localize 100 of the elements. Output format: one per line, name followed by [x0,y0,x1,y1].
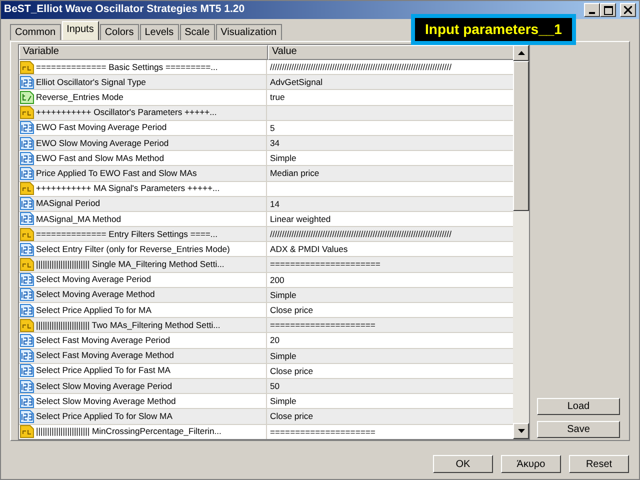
number-type-icon [20,197,34,210]
table-row[interactable]: ============== Entry Filters Settings ====... //////////////////////////////////////////////////////////////////////////// [19,227,513,242]
variable-name: EWO Fast and Slow MAs Method [36,152,164,165]
column-header[interactable]: Variable [19,45,268,60]
text-type-icon [20,182,34,196]
table-row[interactable]: |||||||||||||||||||||||| Single MA_Filtering Method Setti... ====================== [19,257,513,273]
variable-name: |||||||||||||||||||||||| MinCrossingPercentage_Filterin... [36,425,222,438]
tab[interactable]: Visualization [216,24,282,40]
variable-name: Select Fast Moving Average Method [36,349,174,362]
maximize-button[interactable] [600,3,616,17]
tab[interactable]: Levels [140,24,179,40]
table-row[interactable]: Select Price Applied To for Slow MA Close price [19,409,513,424]
variable-name: Select Moving Average Period [36,273,151,286]
value-cell[interactable]: Simple [270,396,296,406]
value-cell[interactable]: Simple [270,153,296,164]
load-button[interactable]: Load [537,398,620,415]
value-cell[interactable]: 5 [270,122,275,133]
variable-name: Select Price Applied To for MA [36,304,152,317]
value-cell[interactable]: Close price [270,366,313,376]
table-row[interactable]: Select Moving Average Method Simple [19,288,513,303]
value-cell[interactable]: 50 [270,380,280,391]
value-cell[interactable]: ===================== [270,320,376,330]
value-cell[interactable]: AdvGetSignal [270,77,323,88]
reset-button[interactable]: Reset [569,455,629,473]
variable-name: Select Slow Moving Average Period [36,380,172,392]
variable-name: |||||||||||||||||||||||| Single MA_Filtering Method Setti... [36,258,224,271]
number-type-icon [20,242,34,256]
value-cell[interactable]: Close price [270,305,313,315]
number-type-icon [20,304,34,317]
scrollbar-thumb[interactable] [513,61,529,211]
table-row[interactable]: Select Slow Moving Average Period 50 [19,378,513,394]
tab[interactable]: Common [10,24,61,40]
number-type-icon [20,76,34,89]
text-type-icon [20,60,34,74]
variable-name: Select Slow Moving Average Method [36,394,176,408]
maximize-icon [604,6,612,14]
scrollbar[interactable] [513,45,529,439]
number-type-icon [20,212,34,226]
number-type-icon [20,334,34,347]
minimize-button[interactable] [584,3,600,17]
table-row[interactable]: |||||||||||||||||||||||| MinCrossingPercentage_Filterin... ===================== [19,424,513,439]
value-cell[interactable]: true [270,92,285,102]
value-cell[interactable]: //////////////////////////////////////////////////////////////////////////// [270,229,452,240]
table-row[interactable]: Price Applied To EWO Fast and Slow MAs Median price [19,166,513,182]
tab[interactable]: Colors [100,24,139,40]
value-cell[interactable]: Simple [270,290,296,300]
text-type-icon [20,425,34,438]
variable-name: EWO Slow Moving Average Period [36,136,169,150]
value-cell[interactable]: ===================== [270,426,376,436]
variable-name: Select Fast Moving Average Period [36,334,170,347]
table-row[interactable]: Select Fast Moving Average Method Simple [19,348,513,364]
number-type-icon [20,380,34,393]
value-cell[interactable]: //////////////////////////////////////////////////////////////////////////// [270,62,452,72]
variable-name: ============== Entry Filters Settings ====... [36,228,218,241]
value-cell[interactable]: 200 [270,274,284,285]
value-cell[interactable]: Simple [270,350,296,361]
table-row[interactable]: EWO Slow Moving Average Period 34 [19,136,513,152]
save-button[interactable]: Save [537,421,620,438]
table-row[interactable]: MASignal Period 14 [19,196,513,212]
value-cell[interactable]: Close price [270,411,313,422]
value-cell[interactable]: ====================== [270,259,380,270]
tab[interactable]: Inputs [62,21,99,40]
cancel-button[interactable]: Άκυρο [501,455,561,473]
value-cell[interactable]: Median price [270,168,320,178]
ok-button[interactable]: OK [433,455,493,473]
variable-name: +++++++++++ MA Signal's Parameters +++++... [36,182,220,196]
down-arrow-icon [518,429,524,433]
number-type-icon [20,273,34,286]
table-row[interactable]: Elliot Oscillator's Signal Type AdvGetSignal [19,75,513,90]
variable-name: ============== Basic Settings =========... [36,60,218,74]
value-cell[interactable]: Linear weighted [270,214,331,224]
variable-name: Select Price Applied To for Slow MA [36,410,172,423]
number-type-icon [20,410,34,423]
tab[interactable]: Scale [180,24,215,40]
variable-name: MASignal Period [36,197,100,210]
variable-name: Select Moving Average Method [36,288,155,302]
variable-name: EWO Fast Moving Average Period [36,121,167,134]
scroll-up-button[interactable] [513,45,529,61]
up-arrow-icon [518,51,524,55]
value-cell[interactable]: ADX & PMDI Values [270,244,348,254]
number-type-icon [20,136,34,150]
number-type-icon [20,166,34,180]
close-button[interactable] [620,3,636,17]
text-type-icon [20,106,34,120]
number-type-icon [20,121,34,134]
value-cell[interactable]: 20 [270,335,280,346]
variable-name: Price Applied To EWO Fast and Slow MAs [36,166,197,180]
variable-name: |||||||||||||||||||||||| Two MAs_Filtering Method Setti... [36,318,220,332]
value-cell[interactable]: 34 [270,138,280,148]
column-header[interactable]: Value [268,45,515,60]
number-type-icon [20,288,34,302]
variable-name: +++++++++++ Oscillator's Parameters +++++... [36,106,217,120]
scroll-down-button[interactable] [513,423,529,439]
table-row[interactable]: +++++++++++ Oscillator's Parameters +++++... [19,106,513,121]
number-type-icon [20,349,34,362]
variable-name: MASignal_MA Method [36,212,122,226]
variable-name: Reverse_Entries Mode [36,91,124,104]
value-cell[interactable]: 14 [270,198,280,209]
table-row[interactable]: |||||||||||||||||||||||| Two MAs_Filtering Method Setti... ===================== [19,318,513,334]
window-title: BeST_Elliot Wave Oscillator Strategies MT5 1.20 [4,2,245,18]
